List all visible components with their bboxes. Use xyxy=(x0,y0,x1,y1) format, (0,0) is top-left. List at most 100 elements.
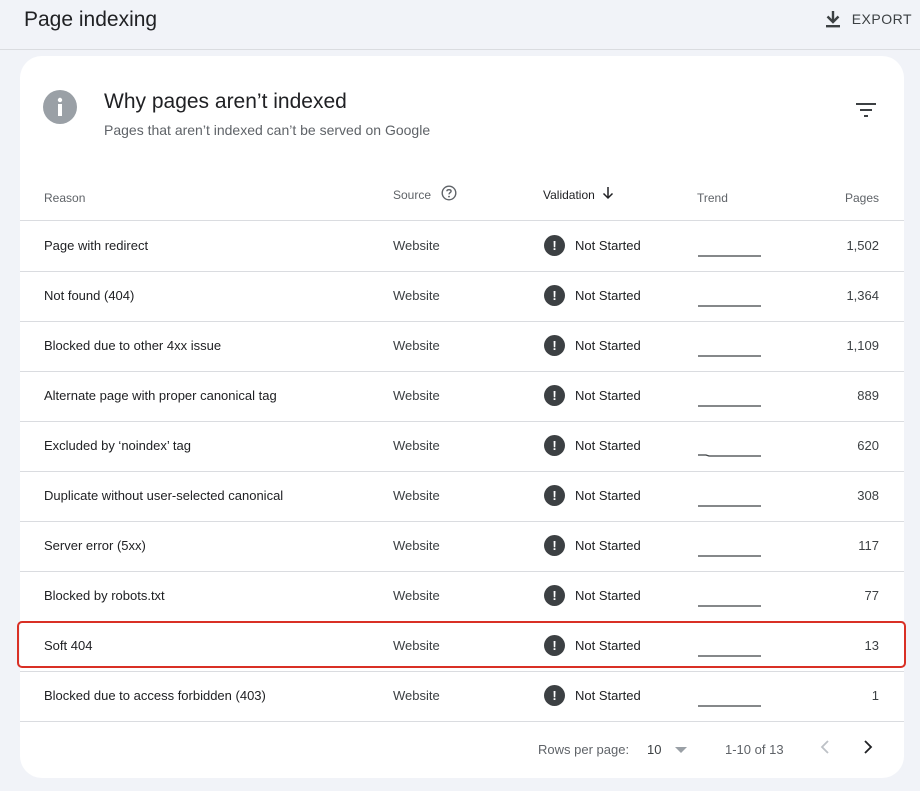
row-pages: 889 xyxy=(857,388,879,403)
row-source: Website xyxy=(393,488,440,503)
rows-per-page-value: 10 xyxy=(647,741,662,757)
trend-sparkline xyxy=(697,582,763,613)
trend-sparkline xyxy=(697,282,763,313)
help-circle-icon[interactable] xyxy=(441,185,457,204)
row-pages: 77 xyxy=(864,588,879,603)
column-header-reason[interactable]: Reason xyxy=(44,191,85,205)
exclamation-circle-icon: ! xyxy=(544,635,565,656)
table-row[interactable]: Blocked due to other 4xx issue Website !… xyxy=(20,322,904,372)
exclamation-circle-icon: ! xyxy=(544,435,565,456)
row-pages: 1,502 xyxy=(846,238,879,253)
row-validation: ! Not Started xyxy=(544,485,641,506)
table-row[interactable]: Blocked by robots.txt Website ! Not Start… xyxy=(20,572,904,622)
table-row[interactable]: Server error (5xx) Website ! Not Started … xyxy=(20,522,904,572)
row-validation: ! Not Started xyxy=(544,235,641,256)
row-validation-label: Not Started xyxy=(575,438,641,453)
row-pages: 308 xyxy=(857,488,879,503)
row-source: Website xyxy=(393,238,440,253)
trend-sparkline xyxy=(697,332,763,363)
row-source: Website xyxy=(393,638,440,653)
row-reason: Alternate page with proper canonical tag xyxy=(44,388,277,403)
table-row[interactable]: Alternate page with proper canonical tag… xyxy=(20,372,904,422)
row-source: Website xyxy=(393,288,440,303)
export-button[interactable]: EXPORT xyxy=(824,6,912,32)
chevron-left-icon[interactable] xyxy=(817,738,833,759)
column-header-source[interactable]: Source xyxy=(393,185,457,204)
row-pages: 1 xyxy=(871,688,879,703)
trend-sparkline xyxy=(697,532,763,563)
table-body: Page with redirect Website ! Not Started … xyxy=(20,222,904,722)
row-validation: ! Not Started xyxy=(544,535,641,556)
pagination-range: 1-10 of 13 xyxy=(725,742,784,757)
column-header-pages[interactable]: Pages xyxy=(845,191,879,205)
pagination: Rows per page: 10 1-10 of 13 xyxy=(20,722,904,778)
trend-sparkline xyxy=(697,682,763,713)
row-source: Website xyxy=(393,538,440,553)
row-validation-label: Not Started xyxy=(575,288,641,303)
top-bar: Page indexing EXPORT xyxy=(0,0,920,50)
exclamation-circle-icon: ! xyxy=(544,685,565,706)
trend-sparkline xyxy=(697,432,763,463)
trend-sparkline xyxy=(697,482,763,513)
info-icon xyxy=(43,90,77,124)
row-pages: 620 xyxy=(857,438,879,453)
row-reason: Excluded by ‘noindex’ tag xyxy=(44,438,191,453)
exclamation-circle-icon: ! xyxy=(544,485,565,506)
row-validation: ! Not Started xyxy=(544,585,641,606)
page-title: Page indexing xyxy=(24,8,158,31)
row-reason: Server error (5xx) xyxy=(44,538,146,553)
exclamation-circle-icon: ! xyxy=(544,535,565,556)
column-header-source-label: Source xyxy=(393,187,432,202)
row-validation-label: Not Started xyxy=(575,688,641,703)
exclamation-circle-icon: ! xyxy=(544,335,565,356)
table-row-highlighted[interactable]: Soft 404 Website ! Not Started 13 xyxy=(20,622,904,672)
row-reason: Page with redirect xyxy=(44,238,149,253)
card-title: Why pages aren’t indexed xyxy=(104,90,347,113)
exclamation-circle-icon: ! xyxy=(544,285,565,306)
row-validation-label: Not Started xyxy=(575,488,641,503)
exclamation-circle-icon: ! xyxy=(544,385,565,406)
arrow-down-icon xyxy=(601,185,615,204)
row-validation-label: Not Started xyxy=(575,338,641,353)
row-validation: ! Not Started xyxy=(544,435,641,456)
row-source: Website xyxy=(393,338,440,353)
download-icon xyxy=(824,10,842,28)
row-pages: 1,109 xyxy=(846,338,879,353)
export-label: EXPORT xyxy=(851,11,912,27)
column-header-validation[interactable]: Validation xyxy=(543,185,615,204)
row-validation-label: Not Started xyxy=(575,638,641,653)
chevron-right-icon[interactable] xyxy=(860,738,876,759)
row-reason: Blocked due to other 4xx issue xyxy=(44,338,222,353)
row-source: Website xyxy=(393,388,440,403)
column-header-trend: Trend xyxy=(697,191,728,205)
filter-icon[interactable] xyxy=(854,100,878,120)
table-row[interactable]: Blocked due to access forbidden (403) We… xyxy=(20,672,904,722)
row-source: Website xyxy=(393,438,440,453)
row-validation-label: Not Started xyxy=(575,388,641,403)
trend-sparkline xyxy=(697,232,763,263)
exclamation-circle-icon: ! xyxy=(544,235,565,256)
row-validation: ! Not Started xyxy=(544,335,641,356)
column-header-validation-label: Validation xyxy=(543,187,595,202)
row-reason: Blocked due to access forbidden (403) xyxy=(44,688,266,703)
exclamation-circle-icon: ! xyxy=(544,585,565,606)
table-row[interactable]: Not found (404) Website ! Not Started 1,3… xyxy=(20,272,904,322)
rows-per-page-select[interactable]: 10 xyxy=(647,736,691,762)
row-validation-label: Not Started xyxy=(575,588,641,603)
table-row[interactable]: Page with redirect Website ! Not Started … xyxy=(20,222,904,272)
table-row[interactable]: Duplicate without user-selected canonica… xyxy=(20,472,904,522)
row-reason: Not found (404) xyxy=(44,288,135,303)
row-validation: ! Not Started xyxy=(544,285,641,306)
row-reason: Soft 404 xyxy=(44,638,93,653)
row-source: Website xyxy=(393,588,440,603)
row-pages: 1,364 xyxy=(846,288,879,303)
caret-down-icon xyxy=(675,742,688,757)
row-source: Website xyxy=(393,688,440,703)
trend-sparkline xyxy=(697,382,763,413)
row-validation-label: Not Started xyxy=(575,538,641,553)
row-validation-label: Not Started xyxy=(575,238,641,253)
indexing-card: Why pages aren’t indexed Pages that aren… xyxy=(20,56,904,778)
row-validation: ! Not Started xyxy=(544,685,641,706)
table-row[interactable]: Excluded by ‘noindex’ tag Website ! Not S… xyxy=(20,422,904,472)
row-reason: Duplicate without user-selected canonica… xyxy=(44,488,284,503)
